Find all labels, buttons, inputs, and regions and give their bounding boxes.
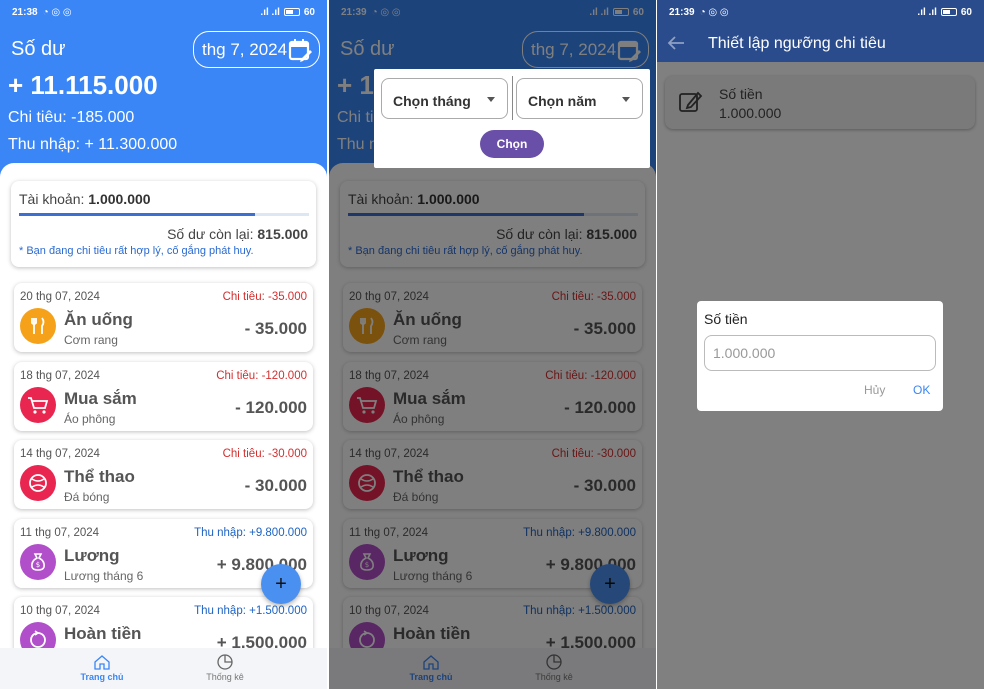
transaction-card[interactable]: 14 thg 07, 2024 Chi tiêu: -30.000 Thể thao… (14, 440, 313, 509)
transaction-note: Lương tháng 6 (64, 569, 144, 583)
caret-down-icon (487, 97, 495, 102)
edit-icon (679, 91, 703, 112)
month-picker-screen: Số dư thg 7, 2024 + 11.115.000 Chi tiêu:… (329, 0, 656, 689)
caret-down-icon (622, 97, 630, 102)
calendar-edit-icon (288, 39, 312, 62)
battery-icon (283, 8, 300, 16)
remaining-row: Số dư còn lại: 815.000 (167, 226, 308, 242)
amount-setting-value: 1.000.000 (719, 105, 782, 121)
nav-stats[interactable]: Thống kê (195, 654, 255, 682)
amount-input[interactable]: 1.000.000 (704, 335, 936, 371)
transaction-date: 20 thg 07, 2024 (20, 291, 100, 303)
transaction-kind: Chi tiêu: -120.000 (216, 370, 307, 382)
transaction-category: Mua sắm (64, 389, 137, 408)
transaction-amount: - 30.000 (244, 476, 307, 495)
transaction-note: Áo phông (64, 412, 116, 426)
balance-title: Số dư (11, 38, 66, 60)
month-dropdown[interactable]: Chọn tháng (381, 78, 508, 119)
page-title: Thiết lập ngưỡng chi tiêu (708, 35, 886, 52)
amount-dialog: Số tiền 1.000.000 Hủy OK (697, 301, 943, 411)
spending-limit-screen: Thiết lập ngưỡng chi tiêu 21:39 ◔ ◎ ◎ .ı… (657, 0, 984, 689)
total-balance: + 11.115.000 (8, 70, 158, 100)
amount-setting-label: Số tiền (719, 86, 763, 102)
income-summary: Thu nhập: + 11.300.000 (8, 136, 178, 153)
signal-icon: .ıl .ıl (917, 6, 937, 18)
advice-note: * Bạn đang chi tiêu rất hợp lý, cố gắng … (19, 245, 254, 257)
remaining-value: 815.000 (257, 226, 308, 242)
account-label-row: Tài khoản: 1.000.000 (19, 191, 151, 207)
battery-level: 60 (960, 6, 972, 18)
transaction-date: 14 thg 07, 2024 (20, 448, 100, 460)
month-label: thg 7, 2024 (202, 40, 288, 59)
signal-icon: .ıl .ıl (260, 6, 280, 18)
transaction-category: Ăn uống (64, 310, 133, 329)
transaction-kind: Chi tiêu: -30.000 (222, 448, 307, 460)
dialog-title: Số tiền (704, 311, 748, 327)
transaction-category: Lương (64, 546, 120, 565)
pie-chart-icon (217, 654, 233, 670)
transaction-date: 10 thg 07, 2024 (20, 605, 100, 617)
status-bar: 21:38 ◔ ◎ ◎ .ıl .ıl 60 (0, 0, 327, 24)
status-bar: 21:39 ◔ ◎ ◎ .ıl .ıl 60 (657, 0, 984, 24)
nav-home-label: Trang chủ (80, 672, 124, 682)
month-year-picker: Chọn tháng Chọn năm Chọn (374, 69, 650, 168)
utensils-icon (20, 308, 56, 344)
amount-setting-row[interactable]: Số tiền 1.000.000 (665, 76, 975, 129)
transaction-category: Thể thao (64, 467, 135, 486)
back-arrow-icon[interactable] (666, 33, 686, 53)
transaction-amount: - 120.000 (235, 398, 307, 417)
add-transaction-button[interactable]: + (261, 564, 301, 604)
transaction-amount: - 35.000 (244, 319, 307, 338)
nav-stats-label: Thống kê (206, 672, 244, 682)
battery-level: 60 (303, 6, 315, 18)
status-time: 21:38 (12, 6, 38, 18)
transaction-kind: Chi tiêu: -35.000 (222, 291, 307, 303)
year-dropdown[interactable]: Chọn năm (516, 78, 643, 119)
ball-icon (20, 465, 56, 501)
battery-icon (940, 8, 957, 16)
svg-text:$: $ (36, 561, 40, 569)
choose-button[interactable]: Chọn (480, 130, 544, 158)
notification-icon: ◔ ◎ ◎ (42, 6, 72, 18)
home-screen: Số dư thg 7, 2024 + 11.115.000 Chi tiêu:… (0, 0, 327, 689)
home-icon (94, 655, 110, 670)
transaction-card[interactable]: 18 thg 07, 2024 Chi tiêu: -120.000 Mua sắm… (14, 362, 313, 431)
transaction-category: Hoàn tiền (64, 624, 142, 643)
month-dropdown-label: Chọn tháng (393, 93, 471, 109)
picker-divider (512, 76, 513, 120)
transaction-note: Cơm rang (64, 333, 118, 347)
transaction-card[interactable]: 20 thg 07, 2024 Chi tiêu: -35.000 Ăn uống C… (14, 283, 313, 352)
month-selector-button[interactable]: thg 7, 2024 (193, 31, 320, 68)
account-card[interactable]: Tài khoản: 1.000.000 Số dư còn lại: 815.… (11, 181, 316, 267)
cancel-button[interactable]: Hủy (864, 383, 885, 397)
screenshot-composite: Số dư thg 7, 2024 + 11.115.000 Chi tiêu:… (0, 0, 984, 689)
account-label: Tài khoản: (19, 191, 85, 207)
status-time: 21:39 (669, 6, 695, 18)
remaining-label: Số dư còn lại: (167, 226, 254, 242)
ok-button[interactable]: OK (913, 383, 930, 397)
transaction-date: 18 thg 07, 2024 (20, 370, 100, 382)
transaction-kind: Thu nhập: +9.800.000 (194, 527, 307, 539)
year-dropdown-label: Chọn năm (528, 93, 597, 109)
cart-icon (20, 387, 56, 423)
nav-home[interactable]: Trang chủ (72, 654, 132, 682)
account-value: 1.000.000 (88, 191, 151, 207)
transaction-kind: Thu nhập: +1.500.000 (194, 605, 307, 617)
bottom-nav: Trang chủ Thống kê (0, 648, 327, 689)
transaction-note: Đá bóng (64, 490, 110, 504)
expense-summary: Chi tiêu: -185.000 (8, 109, 135, 126)
transaction-date: 11 thg 07, 2024 (20, 527, 100, 539)
money-bag-icon: $ (20, 544, 56, 580)
spending-progress-fill (19, 213, 256, 216)
notification-icon: ◔ ◎ ◎ (699, 6, 729, 18)
spending-progress-bar (19, 213, 309, 216)
